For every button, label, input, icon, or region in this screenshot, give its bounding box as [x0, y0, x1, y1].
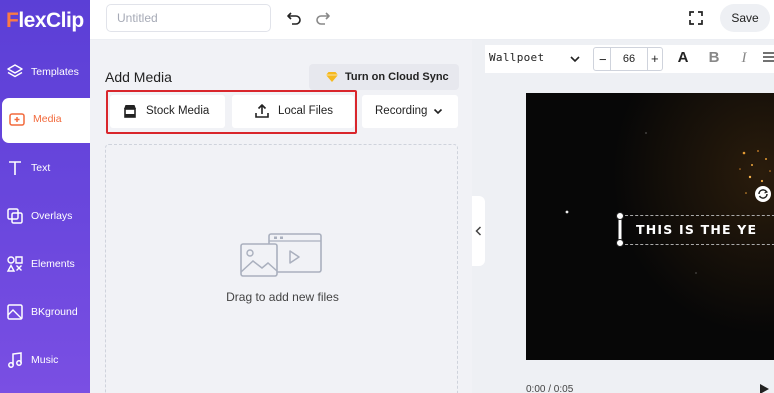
- music-icon: [8, 352, 22, 368]
- media-files-icon: [240, 233, 322, 277]
- app-root: FlexClip Templates Media Text Overlays E…: [0, 0, 774, 393]
- font-select[interactable]: Wallpoet: [489, 51, 544, 64]
- logo-text: lexClip: [18, 9, 84, 32]
- sidebar-item-media[interactable]: Media: [2, 98, 90, 143]
- undo-icon[interactable]: [286, 10, 302, 26]
- text-toolbar: Wallpoet − 66 + A B I: [485, 45, 774, 73]
- sidebar-item-label: Templates: [31, 66, 79, 78]
- sidebar-item-label: BKground: [31, 306, 78, 318]
- fullscreen-icon[interactable]: [688, 10, 704, 26]
- sidebar-item-elements[interactable]: Elements: [0, 243, 90, 288]
- recording-dropdown[interactable]: Recording: [362, 95, 458, 128]
- top-bar: Save: [90, 0, 774, 40]
- collapse-panel-handle[interactable]: [472, 196, 485, 266]
- sidebar: FlexClip Templates Media Text Overlays E…: [0, 0, 90, 393]
- flexclip-logo[interactable]: FlexClip: [6, 8, 84, 34]
- save-button[interactable]: Save: [720, 4, 770, 32]
- project-title-input[interactable]: [106, 4, 271, 32]
- media-icon: [9, 113, 25, 126]
- recording-label: Recording: [375, 105, 428, 117]
- sidebar-item-templates[interactable]: Templates: [0, 51, 90, 96]
- text-icon: [9, 161, 21, 175]
- italic-icon[interactable]: I: [735, 49, 753, 67]
- annotation-highlight-box: [106, 90, 357, 134]
- sidebar-item-overlays[interactable]: Overlays: [0, 195, 90, 240]
- upload-dropzone[interactable]: Drag to add new files: [105, 144, 458, 393]
- cloud-sync-label: Turn on Cloud Sync: [345, 71, 449, 83]
- increase-font-size-button[interactable]: +: [651, 51, 659, 66]
- diamond-icon: [326, 72, 338, 82]
- rotate-icon[interactable]: [754, 185, 772, 203]
- align-icon[interactable]: [762, 49, 774, 67]
- font-size-value[interactable]: 66: [610, 48, 648, 70]
- background-icon: [7, 304, 23, 320]
- sidebar-item-text[interactable]: Text: [0, 147, 90, 192]
- elements-icon: [6, 256, 23, 272]
- chevron-left-icon: [475, 226, 482, 236]
- panel-title: Add Media: [105, 69, 172, 85]
- decrease-font-size-button[interactable]: −: [599, 52, 607, 67]
- chevron-down-icon[interactable]: [569, 54, 581, 64]
- overlays-icon: [7, 208, 23, 224]
- sidebar-item-label: Text: [31, 162, 51, 174]
- sidebar-item-bkground[interactable]: BKground: [0, 291, 90, 336]
- bold-icon[interactable]: B: [705, 49, 723, 67]
- media-panel: Add Media Turn on Cloud Sync Stock Media…: [90, 40, 472, 393]
- sidebar-item-label: Elements: [31, 258, 75, 270]
- logo-prefix: F: [6, 9, 19, 32]
- dropzone-text: Drag to add new files: [226, 290, 339, 304]
- sidebar-item-label: Music: [31, 354, 59, 366]
- cloud-sync-button[interactable]: Turn on Cloud Sync: [309, 64, 459, 90]
- play-icon[interactable]: [758, 384, 770, 393]
- video-overlay-text[interactable]: THIS IS THE YE: [636, 222, 757, 237]
- sidebar-item-music[interactable]: Music: [0, 339, 90, 384]
- chevron-down-icon: [433, 108, 443, 115]
- text-color-icon[interactable]: A: [674, 49, 692, 67]
- sidebar-item-label: Media: [33, 113, 62, 125]
- resize-handle-icon[interactable]: [615, 212, 625, 247]
- layers-icon: [7, 64, 23, 78]
- playback-time: 0:00 / 0:05: [526, 384, 574, 393]
- sidebar-item-label: Overlays: [31, 210, 73, 222]
- redo-icon[interactable]: [315, 10, 331, 26]
- video-preview[interactable]: THIS IS THE YE: [526, 93, 774, 360]
- font-size-stepper[interactable]: − 66 +: [593, 47, 663, 71]
